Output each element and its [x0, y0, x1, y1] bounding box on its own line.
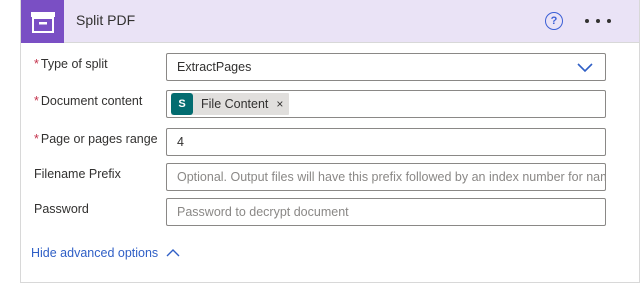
- token-label: File Content: [201, 97, 269, 111]
- password-label: Password: [34, 202, 89, 216]
- dot: [607, 19, 611, 23]
- page-range-text: Page or pages range: [40, 132, 158, 146]
- type-of-split-text: Type of split: [40, 57, 108, 71]
- password-row: Password Password to decrypt document: [21, 198, 639, 226]
- required-marker: *: [34, 94, 39, 108]
- document-content-text: Document content: [40, 94, 143, 108]
- page-range-label: * Page or pages range: [34, 132, 158, 146]
- help-icon[interactable]: ?: [545, 12, 563, 30]
- dot: [596, 19, 600, 23]
- filename-prefix-row: Filename Prefix Optional. Output files w…: [21, 163, 639, 191]
- action-card: Split PDF ? * Type of split ExtractPages …: [20, 0, 640, 283]
- filename-prefix-input[interactable]: Optional. Output files will have this pr…: [166, 163, 606, 191]
- dot: [585, 19, 589, 23]
- page-range-row: * Page or pages range 4: [21, 128, 639, 156]
- password-input[interactable]: Password to decrypt document: [166, 198, 606, 226]
- type-of-split-row: * Type of split ExtractPages: [21, 53, 639, 81]
- chevron-up-icon: [166, 249, 180, 257]
- action-header[interactable]: Split PDF ?: [21, 0, 639, 43]
- filename-prefix-label: Filename Prefix: [34, 167, 121, 181]
- pdf-splitter-icon: [21, 0, 64, 43]
- page-range-input[interactable]: 4: [166, 128, 606, 156]
- type-of-split-dropdown[interactable]: ExtractPages: [166, 53, 606, 81]
- document-content-label: * Document content: [34, 94, 142, 108]
- type-of-split-value: ExtractPages: [177, 60, 252, 74]
- file-content-token[interactable]: S File Content ×: [171, 93, 290, 115]
- sharepoint-icon: S: [171, 93, 193, 115]
- required-marker: *: [34, 132, 39, 146]
- required-marker: *: [34, 57, 39, 71]
- hide-advanced-options-label: Hide advanced options: [31, 246, 159, 260]
- document-content-input[interactable]: S File Content ×: [166, 90, 606, 118]
- hide-advanced-options-link[interactable]: Hide advanced options: [31, 246, 180, 260]
- action-title: Split PDF: [76, 12, 136, 28]
- document-content-row: * Document content S File Content ×: [21, 90, 639, 118]
- type-of-split-label: * Type of split: [34, 57, 108, 71]
- chevron-down-icon[interactable]: [577, 61, 593, 76]
- more-options-icon[interactable]: [585, 11, 611, 31]
- remove-token-icon[interactable]: ×: [276, 97, 283, 111]
